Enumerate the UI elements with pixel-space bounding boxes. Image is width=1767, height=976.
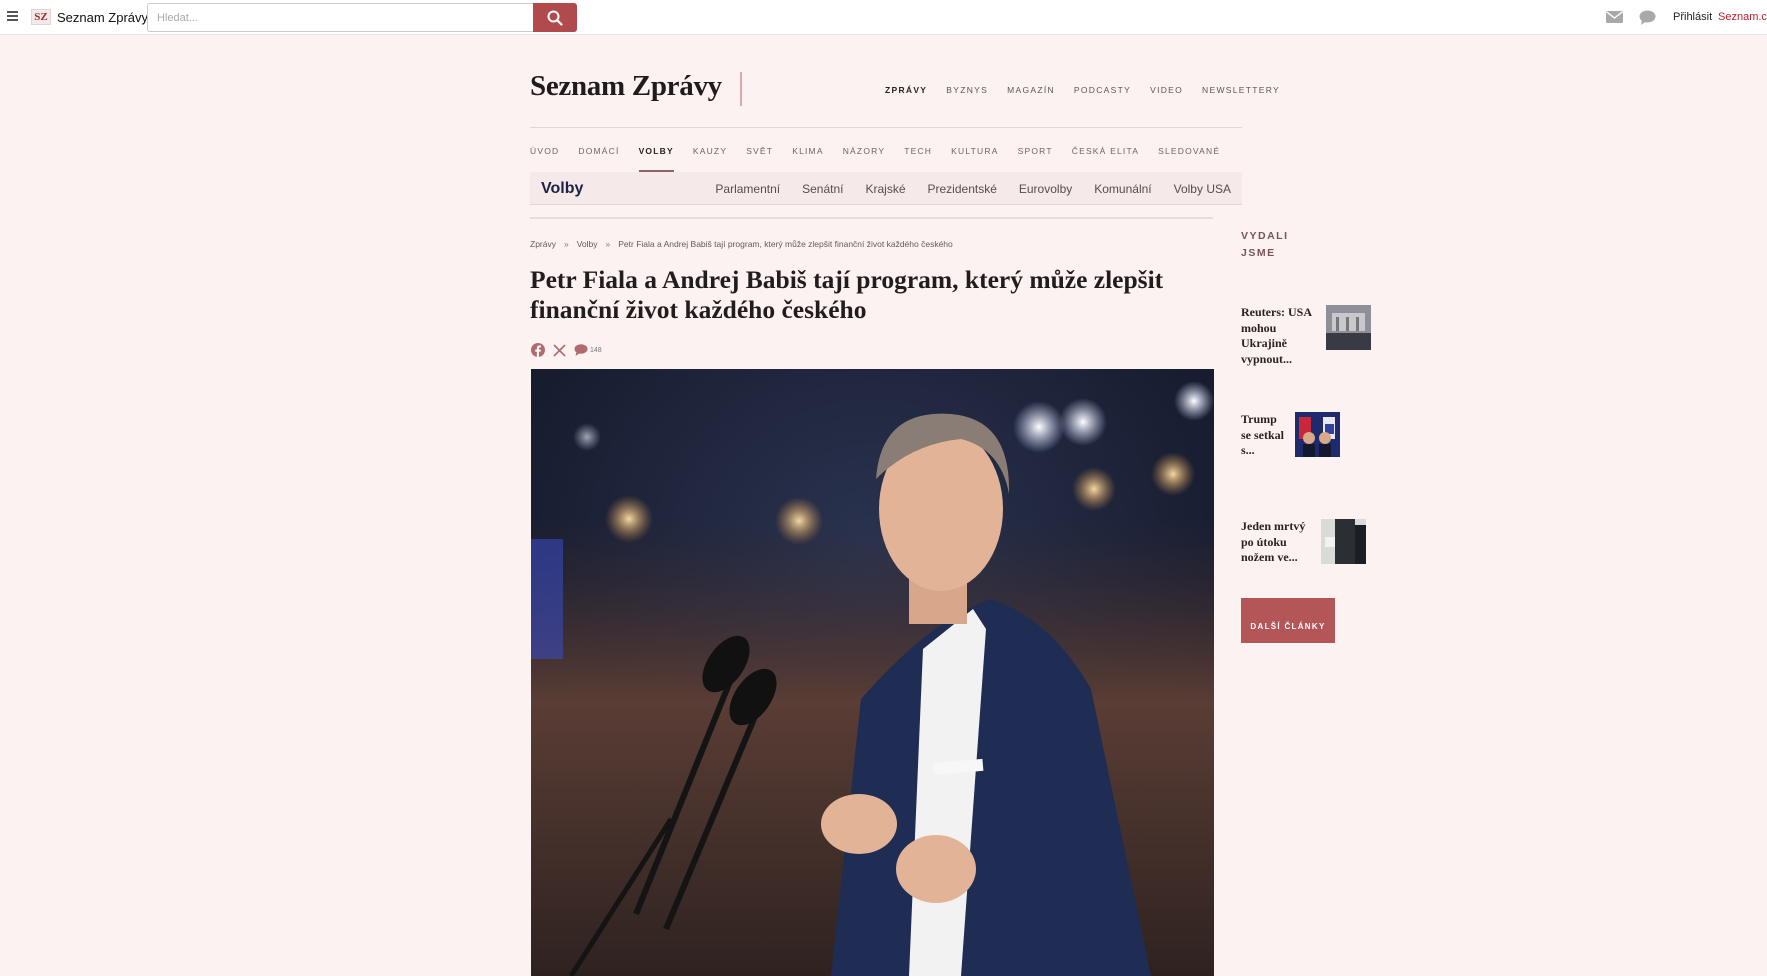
article-hero-image <box>531 369 1214 976</box>
section-nav-klima[interactable]: KLIMA <box>792 146 824 156</box>
section-nav-tech[interactable]: TECH <box>904 146 932 156</box>
section-nav-volby[interactable]: VOLBY <box>638 146 675 172</box>
sidebar-article-thumbnail[interactable] <box>1326 305 1371 350</box>
section-nav-kultura[interactable]: KULTURA <box>951 146 998 156</box>
breadcrumb-current: Petr Fiala a Andrej Babiš tají program, … <box>618 239 953 249</box>
x-icon[interactable] <box>553 343 566 357</box>
site-title[interactable]: Seznam Zprávy <box>530 70 722 103</box>
top-nav-podcasty[interactable]: PODCASTY <box>1074 85 1131 95</box>
section-nav-nazory[interactable]: NÁZORY <box>843 146 885 156</box>
volby-link-senatni[interactable]: Senátní <box>802 182 843 196</box>
section-nav-sledovane[interactable]: SLEDOVANÉ <box>1158 146 1220 156</box>
top-nav-zpravy[interactable]: ZPRÁVY <box>885 85 927 95</box>
section-nav-sport[interactable]: SPORT <box>1018 146 1053 156</box>
sidebar-article-thumbnail[interactable] <box>1321 519 1366 564</box>
volby-title[interactable]: Volby <box>541 180 583 198</box>
divider <box>530 127 1242 128</box>
search-button[interactable] <box>533 3 577 32</box>
section-nav-ceska-elita[interactable]: ČESKÁ ELITA <box>1072 146 1139 156</box>
search-icon <box>547 10 563 26</box>
top-nav-magazin[interactable]: MAGAZÍN <box>1007 85 1055 95</box>
breadcrumb: Zprávy » Volby » Petr Fiala a Andrej Bab… <box>530 239 953 249</box>
comment-count[interactable]: 148 <box>590 347 602 354</box>
search-input[interactable] <box>147 3 533 32</box>
chat-icon[interactable] <box>1639 10 1656 25</box>
share-bar: 148 <box>531 343 602 357</box>
sidebar-heading: VYDALI JSME <box>1241 230 1289 259</box>
breadcrumb-zpravy[interactable]: Zprávy <box>530 239 556 249</box>
sz-logo[interactable]: SZ <box>31 9 51 25</box>
volby-link-prezidentske[interactable]: Prezidentské <box>928 182 997 196</box>
volby-link-eurovolby[interactable]: Eurovolby <box>1019 182 1072 196</box>
menu-icon[interactable] <box>7 11 18 21</box>
volby-subnav: Volby Parlamentní Senátní Krajské Prezid… <box>530 172 1242 205</box>
article-headline: Petr Fiala a Andrej Babiš tají program, … <box>530 265 1164 324</box>
top-bar: SZ Seznam Zprávy Přihlásit Seznam.cz <box>0 0 1767 35</box>
section-nav: ÚVOD DOMÁCÍ VOLBY KAUZY SVĚT KLIMA NÁZOR… <box>530 146 1239 172</box>
mail-icon[interactable] <box>1606 11 1623 23</box>
top-nav-video[interactable]: VIDEO <box>1150 85 1183 95</box>
top-nav-byznys[interactable]: BYZNYS <box>946 85 988 95</box>
title-accent-line <box>740 72 742 106</box>
volby-link-komunalni[interactable]: Komunální <box>1094 182 1151 196</box>
sidebar-article-title[interactable]: Jeden mrtvý po útoku nožem ve... <box>1241 519 1316 566</box>
brand-name-link[interactable]: Seznam Zprávy <box>57 10 148 25</box>
top-nav-newslettery[interactable]: NEWSLETTERY <box>1202 85 1280 95</box>
breadcrumb-separator: » <box>563 239 569 249</box>
top-nav: ZPRÁVY BYZNYS MAGAZÍN PODCASTY VIDEO NEW… <box>885 85 1280 95</box>
seznam-homepage-link[interactable]: Seznam.cz <box>1718 11 1767 23</box>
section-nav-svet[interactable]: SVĚT <box>746 146 773 156</box>
volby-link-krajske[interactable]: Krajské <box>865 182 905 196</box>
section-nav-kauzy[interactable]: KAUZY <box>693 146 727 156</box>
comment-icon[interactable] <box>574 344 588 356</box>
sidebar-article-title[interactable]: Trump se setkal s... <box>1241 412 1289 459</box>
breadcrumb-volby[interactable]: Volby <box>577 239 598 249</box>
breadcrumb-separator: » <box>605 239 611 249</box>
divider <box>530 217 1213 219</box>
volby-link-volby-usa[interactable]: Volby USA <box>1174 182 1231 196</box>
login-link[interactable]: Přihlásit <box>1673 11 1712 23</box>
facebook-icon[interactable] <box>531 343 545 357</box>
section-nav-domaci[interactable]: DOMÁCÍ <box>578 146 619 156</box>
more-articles-button[interactable]: DALŠÍ ČLÁNKY <box>1241 598 1335 643</box>
sidebar-article-thumbnail[interactable] <box>1295 412 1340 457</box>
sidebar-article-title[interactable]: Reuters: USA mohou Ukrajině vypnout... <box>1241 305 1316 367</box>
volby-link-parlamentni[interactable]: Parlamentní <box>715 182 780 196</box>
section-nav-uvod[interactable]: ÚVOD <box>530 146 559 156</box>
